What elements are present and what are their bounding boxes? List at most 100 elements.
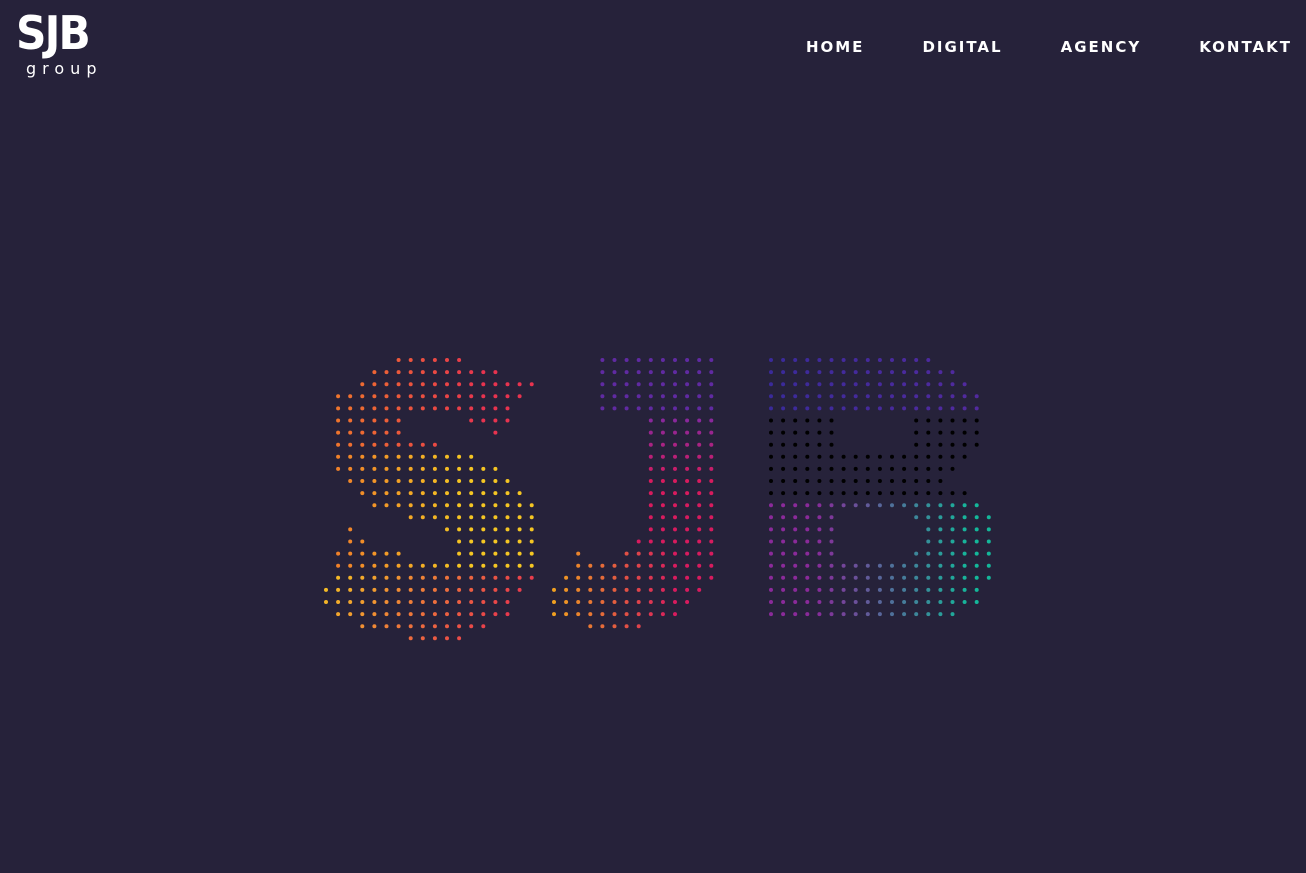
logo-dot-b <box>950 418 955 423</box>
logo-dot-s <box>517 491 522 496</box>
logo-dot-s <box>445 503 449 508</box>
logo-dot-j <box>660 503 665 508</box>
logo-dot-b <box>853 358 858 362</box>
logo-dot-b <box>805 370 810 375</box>
logo-dot-b <box>769 551 773 556</box>
logo-dot-b <box>962 587 967 592</box>
logo-dot-j <box>612 575 617 580</box>
logo-dot-j <box>697 503 702 508</box>
logo-dot-b <box>974 394 979 399</box>
logo-dot-s <box>505 418 510 423</box>
logo-dot-j <box>709 575 714 580</box>
logo-dot-s <box>457 394 462 399</box>
logo-dot-b <box>890 563 894 568</box>
logo-dot-s <box>481 575 486 580</box>
logo-dot-b <box>926 358 931 362</box>
logo-dot-j <box>697 466 702 471</box>
logo-dot-b <box>805 382 810 387</box>
logo-dot-b <box>926 563 931 568</box>
logo-dot-s <box>432 454 437 459</box>
logo-dot-b <box>841 454 846 459</box>
logo-dot-j <box>709 466 714 471</box>
logo-dot-j <box>685 563 690 568</box>
logo-dot-b <box>841 466 846 471</box>
logo-dot-b <box>877 466 882 471</box>
logo-dot-s <box>517 575 522 580</box>
logo-dot-b <box>805 539 810 544</box>
logo-dot-b <box>817 479 822 483</box>
logo-dot-b <box>829 563 834 568</box>
logo-dot-j <box>600 575 605 580</box>
logo-dot-s <box>396 406 401 411</box>
logo-dot-s <box>348 587 353 592</box>
logo-dot-b <box>938 491 943 496</box>
logo-dot-j <box>685 479 690 483</box>
logo-dot-j <box>612 563 617 568</box>
logo-dot-b <box>962 575 967 580</box>
logo-dot-s <box>420 612 425 617</box>
logo-dot-s <box>360 394 365 399</box>
logo-dot-s <box>505 406 510 411</box>
logo-dot-j <box>648 454 653 459</box>
logo-dot-b <box>938 430 943 435</box>
logo-dot-j <box>697 563 702 568</box>
logo-dot-j <box>648 406 653 411</box>
logo-dot-b <box>793 394 798 399</box>
logo-dot-s <box>481 539 486 544</box>
logo-dot-s <box>529 382 534 387</box>
logo-dot-b <box>829 454 834 459</box>
logo-dot-b <box>926 479 931 483</box>
logo-dot-s <box>432 370 437 375</box>
logo-dot-b <box>769 370 773 375</box>
logo-dot-s <box>408 466 413 471</box>
logo-dot-s <box>469 527 474 532</box>
logo-dot-s <box>420 587 425 592</box>
logo-dot-j <box>588 563 593 568</box>
logo-dot-b <box>974 430 979 435</box>
logo-dot-s <box>432 358 437 362</box>
logo-dot-s <box>432 624 437 629</box>
logo-dot-b <box>769 515 773 520</box>
logo-dot-s <box>384 503 389 508</box>
logo-dot-j <box>697 491 702 496</box>
logo-dot-b <box>974 600 979 604</box>
logo-dot-s <box>529 551 534 556</box>
logo-dot-j <box>564 587 569 592</box>
logo-dot-j <box>673 612 677 617</box>
logo-dot-b <box>853 600 858 604</box>
logo-dot-b <box>769 394 773 399</box>
logo-dot-b <box>865 406 870 411</box>
logo-dot-b <box>817 527 822 532</box>
logo-dot-s <box>420 394 425 399</box>
logo-dot-s <box>384 587 389 592</box>
logo-dot-s <box>336 575 341 580</box>
logo-dot-j <box>648 370 653 375</box>
logo-dot-j <box>685 430 690 435</box>
logo-dot-j <box>576 551 581 556</box>
logo-dot-s <box>396 358 401 362</box>
logo-dot-b <box>793 575 798 580</box>
logo-dot-s <box>493 394 498 399</box>
logo-dot-b <box>986 551 991 556</box>
logo-dot-b <box>793 382 798 387</box>
logo-dot-b <box>769 479 773 483</box>
logo-dot-s <box>420 442 425 447</box>
logo-dot-s <box>469 624 474 629</box>
logo-dot-s <box>420 563 425 568</box>
logo-dot-s <box>469 370 474 375</box>
logo-dot-j <box>588 575 593 580</box>
logo-dot-b <box>938 370 943 375</box>
logo-dot-s <box>384 600 389 604</box>
logo-dot-j <box>600 358 605 362</box>
logo-dot-s <box>396 551 401 556</box>
logo-dot-b <box>914 430 919 435</box>
logo-dot-b <box>805 527 810 532</box>
logo-dot-b <box>793 442 798 447</box>
logo-dot-j <box>564 612 569 617</box>
logo-dot-b <box>902 466 907 471</box>
logo-dot-j <box>660 394 665 399</box>
logo-dot-b <box>805 600 810 604</box>
logo-dot-s <box>457 539 462 544</box>
logo-dot-s <box>469 563 474 568</box>
logo-dot-s <box>360 575 365 580</box>
